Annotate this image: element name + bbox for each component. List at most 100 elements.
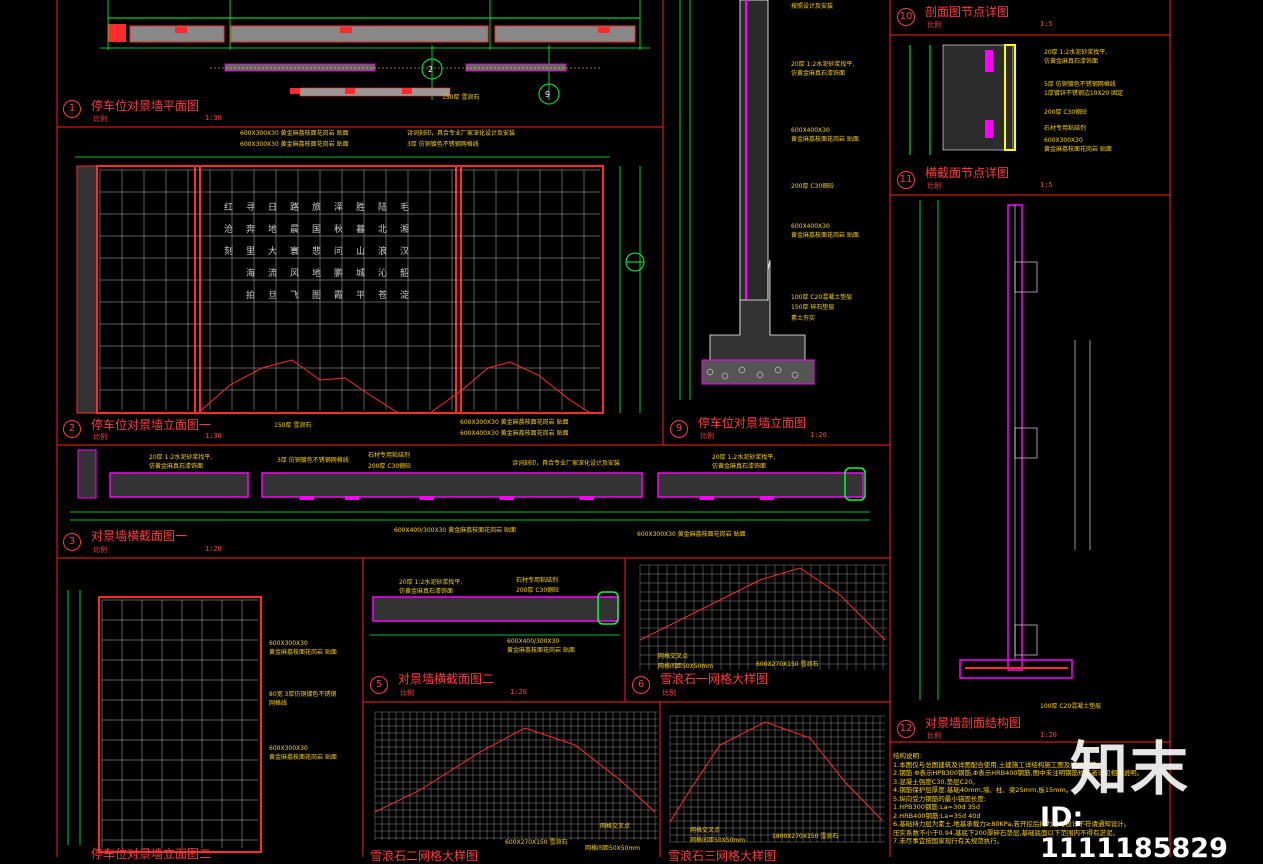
poem-character: 秋 <box>334 223 343 235</box>
poem-character: 悲 <box>312 245 321 257</box>
poem-character: 淀 <box>400 289 409 301</box>
annotation: 20厚 1:2水泥砂浆找平, 仿黄金麻真石漆饰面 <box>399 579 463 595</box>
scale-prefix: 比例 <box>93 115 107 123</box>
poem-character: 韶 <box>400 267 409 279</box>
poem-character: 图 <box>312 290 321 301</box>
poem-character: 苍 <box>378 289 387 301</box>
annotation: 80宽 3厚仿铜镀色不锈钢 网格线 <box>269 691 337 707</box>
annotation: 石材专用粘结剂 <box>368 452 411 459</box>
poem-character: 鹏 <box>334 267 343 279</box>
poem-character: 问 <box>334 245 343 257</box>
poem-character: 红 <box>224 201 233 213</box>
drawing-number: 5 <box>370 676 388 694</box>
annotation: 20厚 1:2水泥砂浆找平, 仿黄金麻真石漆饰面 <box>149 454 213 470</box>
annotation: 100厚 C20混凝土垫层 <box>1040 703 1102 710</box>
annotation: 网格间距50X50mm <box>585 845 641 852</box>
scale-prefix: 比例 <box>927 732 941 740</box>
drawing-title: 停车位对景墙立面图一 <box>91 418 212 432</box>
stone-grid-two <box>374 711 658 840</box>
annotation: 600X300X30 黄金麻荔枝面花岗岩 贴面 <box>460 419 569 426</box>
poem-character: 陆 <box>378 201 387 213</box>
drawing-number: 6 <box>632 676 650 694</box>
scale-prefix: 比例 <box>93 546 107 554</box>
poem-character: 城 <box>356 268 365 279</box>
annotation: 600X270X150 雪浪石 <box>756 661 819 668</box>
poem-character: 泽 <box>334 202 343 213</box>
poem-character: 平 <box>356 290 365 301</box>
poem-character: 旅 <box>312 201 321 213</box>
elevation-one-drawing: 毛湘汉韶淀陆北浪沁苍胜暮山城平泽秋问鹏霞旅国悲地图路晨寰风飞日地大流旦寻奔里海拍… <box>75 156 645 414</box>
drawing-number: 12 <box>897 720 915 738</box>
annotation: 200厚 C30钢砼 <box>791 183 835 190</box>
annotation: 600X300X30 黄金麻荔枝面花岗岩 贴面 <box>269 745 337 761</box>
poem-character: 旦 <box>268 290 277 301</box>
drawing-title: 雪浪石一网格大样图 <box>660 672 769 686</box>
annotation: 150厚 雪浪石 <box>274 422 312 429</box>
poem-character: 晨 <box>290 224 299 235</box>
poem-character: 山 <box>356 246 365 257</box>
elevation-two-drawing <box>67 590 262 853</box>
poem-character: 毛 <box>400 201 409 213</box>
poem-character: 风 <box>290 268 299 279</box>
annotation: 150厚 碎石垫层 <box>791 304 835 311</box>
drawing-number: 2 <box>63 420 81 438</box>
scale-prefix: 比例 <box>927 182 941 190</box>
annotation: 600X400X30 黄金麻荔枝面花岗岩 贴面 <box>460 430 569 437</box>
watermark-id: ID: 1111185829 <box>1040 802 1228 864</box>
annotation: 网格交叉点 <box>600 823 631 830</box>
annotation: 按照设计及安装 <box>791 3 834 10</box>
annotation: 150厚 雪浪石 <box>442 94 480 101</box>
scale-value: 1:20 <box>205 545 222 553</box>
annotation: 600X400X30 黄金麻荔枝面花岗岩 贴面 <box>791 223 859 239</box>
annotation: 素土夯实 <box>791 315 816 322</box>
drawing-title: 雪浪石三网格大样图 <box>668 849 777 863</box>
scale-prefix: 比例 <box>700 432 714 440</box>
annotation: 3厚 仿铜镀色不锈钢网格线 <box>407 141 479 148</box>
drawing-number: 1 <box>63 100 81 118</box>
annotation: 网格间距50X50mm <box>690 837 746 844</box>
annotation: 200厚 C30钢砼 <box>516 587 560 594</box>
annotation: 网格交叉点 <box>658 653 689 660</box>
poem-character: 湘 <box>400 223 409 235</box>
poem-character: 飞 <box>290 290 299 301</box>
cross-section-two-drawing <box>370 591 620 636</box>
annotation: 600X400/300X30 黄金麻荔枝面花岗岩 贴面 <box>507 638 575 654</box>
annotation: 网格间距50X50mm <box>658 663 714 670</box>
annotation: 石材专用粘结剂 <box>516 577 559 584</box>
annotation: 600X300X30 黄金麻荔枝面花岗岩 贴面 <box>240 130 349 137</box>
watermark-logo: 知末 <box>1070 735 1191 803</box>
drawing-title: 停车位对景墙平面图 <box>91 99 200 113</box>
node-detail-drawing <box>909 44 1016 155</box>
poem-character: 奔 <box>246 223 255 235</box>
poem-character: 地 <box>312 267 321 279</box>
poem-character: 沁 <box>378 268 387 279</box>
poem-character: 海 <box>246 267 255 279</box>
annotation: 600X400/300X30 黄金麻荔枝面花岗岩 贴面 <box>394 527 517 534</box>
section-structure-drawing <box>919 200 1091 700</box>
annotation: 石材专用粘结剂 <box>1044 125 1087 132</box>
poem-character: 刻 <box>224 245 233 257</box>
poem-character: 寻 <box>246 202 255 213</box>
poem-character: 沧 <box>224 223 233 235</box>
poem-character: 国 <box>312 224 321 235</box>
annotation: 100厚 C20混凝土垫层 <box>791 294 853 301</box>
drawing-title: 对景墙横截面图二 <box>398 672 495 686</box>
scale-value: 1:20 <box>510 688 527 696</box>
annotation: 600X270X150 雪浪石 <box>505 839 568 846</box>
annotation: 200厚 C30钢砼 <box>1044 109 1088 116</box>
drawing-title: 横截面节点详图 <box>925 166 1010 180</box>
scale-prefix: 比例 <box>927 21 941 29</box>
annotation: 诗词刻印，具合专业厂家深化设计及安装 <box>407 130 516 137</box>
drawing-title: 对景墙剖面结构图 <box>925 716 1022 730</box>
scale-prefix: 比例 <box>662 689 676 697</box>
poem-character: 日 <box>268 202 277 213</box>
poem-character: 大 <box>268 245 277 257</box>
poem-character: 拍 <box>246 289 255 301</box>
scale-value: 1:30 <box>205 432 222 440</box>
scale-prefix: 比例 <box>400 689 414 697</box>
scale-value: 1:5 <box>1040 181 1053 189</box>
poem-character: 汉 <box>400 246 409 257</box>
annotation: 5厚 仿铜镀色不锈钢网格线 1厚镀锌不锈钢边10X20 固定 <box>1044 81 1124 97</box>
annotation: 600X300X30 黄金麻荔枝面花岗岩 贴面 <box>240 141 349 148</box>
drawing-title: 停车位对景墙立面图 <box>698 416 807 430</box>
